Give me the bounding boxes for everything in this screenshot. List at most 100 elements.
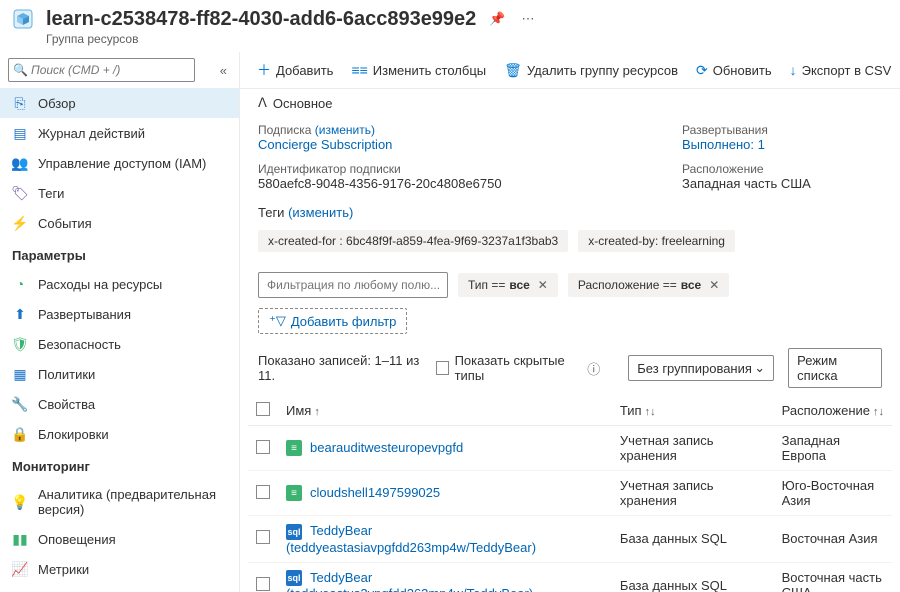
props-icon: 🔧 (12, 396, 28, 412)
resource-name-link[interactable]: TeddyBear (teddyeastus2vpgfdd263mp4w/Ted… (286, 570, 533, 592)
close-icon[interactable]: ✕ (538, 278, 548, 292)
sql-icon: sql (286, 524, 302, 540)
resource-table: Имя↑ Тип↑↓ Расположение↑↓ ≡ bearauditwest… (248, 396, 892, 592)
col-header-type[interactable]: Тип↑↓ (612, 396, 774, 426)
sidebar-item-label: Развертывания (38, 307, 131, 322)
search-icon: 🔍 (13, 63, 28, 77)
sidebar: 🔍 « ⎘ Обзор ▤Журнал действий 👥 Управление до… (0, 52, 240, 592)
columns-icon: ≡≡ (351, 62, 367, 78)
alerts-icon: ▮▮ (12, 531, 28, 547)
resource-location: Восточная часть США (774, 563, 892, 592)
storage-icon: ≡ (286, 440, 302, 456)
toolbar-add[interactable]: ＋Добавить (250, 56, 340, 84)
refresh-icon: ⟳ (696, 62, 708, 79)
log-icon: ▤ (12, 125, 28, 141)
subscription-change-link[interactable]: (изменить) (315, 123, 375, 137)
collapse-sidebar-icon[interactable]: « (216, 61, 231, 80)
sidebar-item[interactable]: 🔒 Блокировки (0, 419, 239, 449)
show-hidden-checkbox[interactable] (436, 361, 449, 375)
events-icon: ⚡ (12, 215, 28, 231)
toolbar-refresh[interactable]: ⟳Обновить (689, 58, 779, 83)
deploy-icon: ⬆ (12, 306, 28, 322)
search-input[interactable] (8, 58, 195, 82)
tag-pill[interactable]: x-created-by: freelearning (578, 230, 735, 252)
sidebar-item-label: Расходы на ресурсы (38, 277, 162, 292)
more-icon[interactable]: ⋯ (519, 8, 538, 30)
close-icon[interactable]: ✕ (709, 278, 719, 292)
sidebar-item[interactable]: 🏷Теги (0, 178, 239, 208)
nav-section-monitoring: Мониторинг (0, 449, 239, 480)
metrics-icon: 📈 (12, 561, 28, 577)
toolbar-delete[interactable]: 🗑Удалить группу ресурсов (497, 58, 685, 83)
row-checkbox[interactable] (256, 530, 270, 544)
resource-location: Юго-Восточная Азия (774, 471, 892, 516)
page-title: learn-c2538478-ff82-4030-add6-6acc893e99… (46, 8, 476, 31)
filter-input[interactable] (258, 272, 448, 298)
sidebar-item-label: Обзор (38, 96, 76, 111)
sidebar-item[interactable]: 💡Аналитика (предварительная версия) (0, 480, 239, 524)
tag-pill[interactable]: x-created-for : 6bc48f9f-a859-4fea-9f69-… (258, 230, 568, 252)
sidebar-item-label: Безопасность (38, 337, 121, 352)
subscription-id-label: Идентификатор подписки (258, 162, 652, 176)
col-header-location[interactable]: Расположение↑↓ (774, 396, 892, 426)
col-header-name[interactable]: Имя↑ (278, 396, 612, 426)
tags-label: Теги (258, 205, 284, 220)
info-icon[interactable]: ⓘ (587, 359, 600, 378)
filter-pill-location[interactable]: Расположение == все✕ (568, 273, 729, 297)
table-row: sqlTeddyBear (teddyeastasiavpgfdd263mp4w… (248, 516, 892, 563)
deployments-value[interactable]: Выполнено: 1 (682, 137, 882, 152)
row-checkbox[interactable] (256, 485, 270, 499)
resource-name-link[interactable]: TeddyBear (teddyeastasiavpgfdd263mp4w/Te… (286, 523, 536, 555)
add-filter-button[interactable]: ⁺▽Добавить фильтр (258, 308, 407, 334)
resource-type: Учетная запись хранения (612, 471, 774, 516)
locks-icon: 🔒 (12, 426, 28, 442)
filter-pill-type[interactable]: Тип == все✕ (458, 273, 558, 297)
resource-name-link[interactable]: bearauditwesteuropevpgfd (310, 440, 463, 455)
filter-plus-icon: ⁺▽ (269, 313, 286, 329)
grouping-select[interactable]: Без группирования⌄ (628, 355, 774, 381)
resource-location: Западная Европа (774, 426, 892, 471)
row-checkbox[interactable] (256, 440, 270, 454)
sidebar-item-label: Управление доступом (IAM) (38, 156, 206, 171)
sidebar-item-label: Блокировки (38, 427, 109, 442)
toolbar-edit-columns[interactable]: ≡≡Изменить столбцы (344, 58, 493, 82)
sidebar-item[interactable]: ⎘ Обзор (0, 88, 239, 118)
storage-icon: ≡ (286, 485, 302, 501)
subscription-value[interactable]: Concierge Subscription (258, 137, 652, 152)
download-icon: ↓ (790, 62, 797, 78)
sidebar-item[interactable]: ▦Политики (0, 359, 239, 389)
view-mode-button[interactable]: Режим списка (788, 348, 882, 388)
location-value: Западная часть США (682, 176, 882, 191)
toolbar-export-csv[interactable]: ↓Экспорт в CSV (783, 58, 899, 82)
subscription-id-value: 580aefc8-9048-4356-9176-20c4808e6750 (258, 176, 652, 191)
chevron-down-icon: ⌄ (754, 360, 765, 376)
resource-type: База данных SQL (612, 516, 774, 563)
count-row: Показано записей: 1–11 из 11. Показать с… (240, 344, 900, 396)
essentials-toggle[interactable]: ᐱОсновное (258, 95, 882, 111)
tags-change-link[interactable]: (изменить) (288, 205, 353, 220)
page-subtitle: Группа ресурсов (0, 32, 900, 46)
sidebar-item[interactable]: ◔Расходы на ресурсы (0, 269, 239, 299)
toolbar: ＋Добавить ≡≡Изменить столбцы 🗑Удалить гр… (240, 52, 900, 89)
sidebar-item[interactable]: ⚡События (0, 208, 239, 238)
resource-name-link[interactable]: cloudshell1497599025 (310, 485, 440, 500)
overview-icon: ⎘ (12, 95, 28, 111)
sidebar-item[interactable]: ⬆ Развертывания (0, 299, 239, 329)
select-all-checkbox[interactable] (256, 402, 270, 416)
sidebar-item[interactable]: 📈Метрики (0, 554, 239, 584)
sidebar-item[interactable]: 🛡Безопасность (0, 329, 239, 359)
iam-icon: 👥 (12, 155, 28, 171)
sort-icon: ↑↓ (645, 406, 656, 418)
resource-location: Восточная Азия (774, 516, 892, 563)
tags-row: Теги (изменить) (240, 201, 900, 230)
sidebar-item[interactable]: 👥 Управление доступом (IAM) (0, 148, 239, 178)
sidebar-item-label: Оповещения (38, 532, 116, 547)
sidebar-item[interactable]: 🔧Свойства (0, 389, 239, 419)
sidebar-item[interactable]: ▮▮ Оповещения (0, 524, 239, 554)
show-hidden-label: Показать скрытые типы (455, 353, 582, 383)
sidebar-item[interactable]: ⚙Параметры диагностики (0, 584, 239, 592)
essentials-panel: ᐱОсновное Подписка (изменить) Concierge … (240, 89, 900, 201)
sidebar-item[interactable]: ▤Журнал действий (0, 118, 239, 148)
pin-icon[interactable]: 📌 (486, 8, 508, 30)
row-checkbox[interactable] (256, 577, 270, 591)
